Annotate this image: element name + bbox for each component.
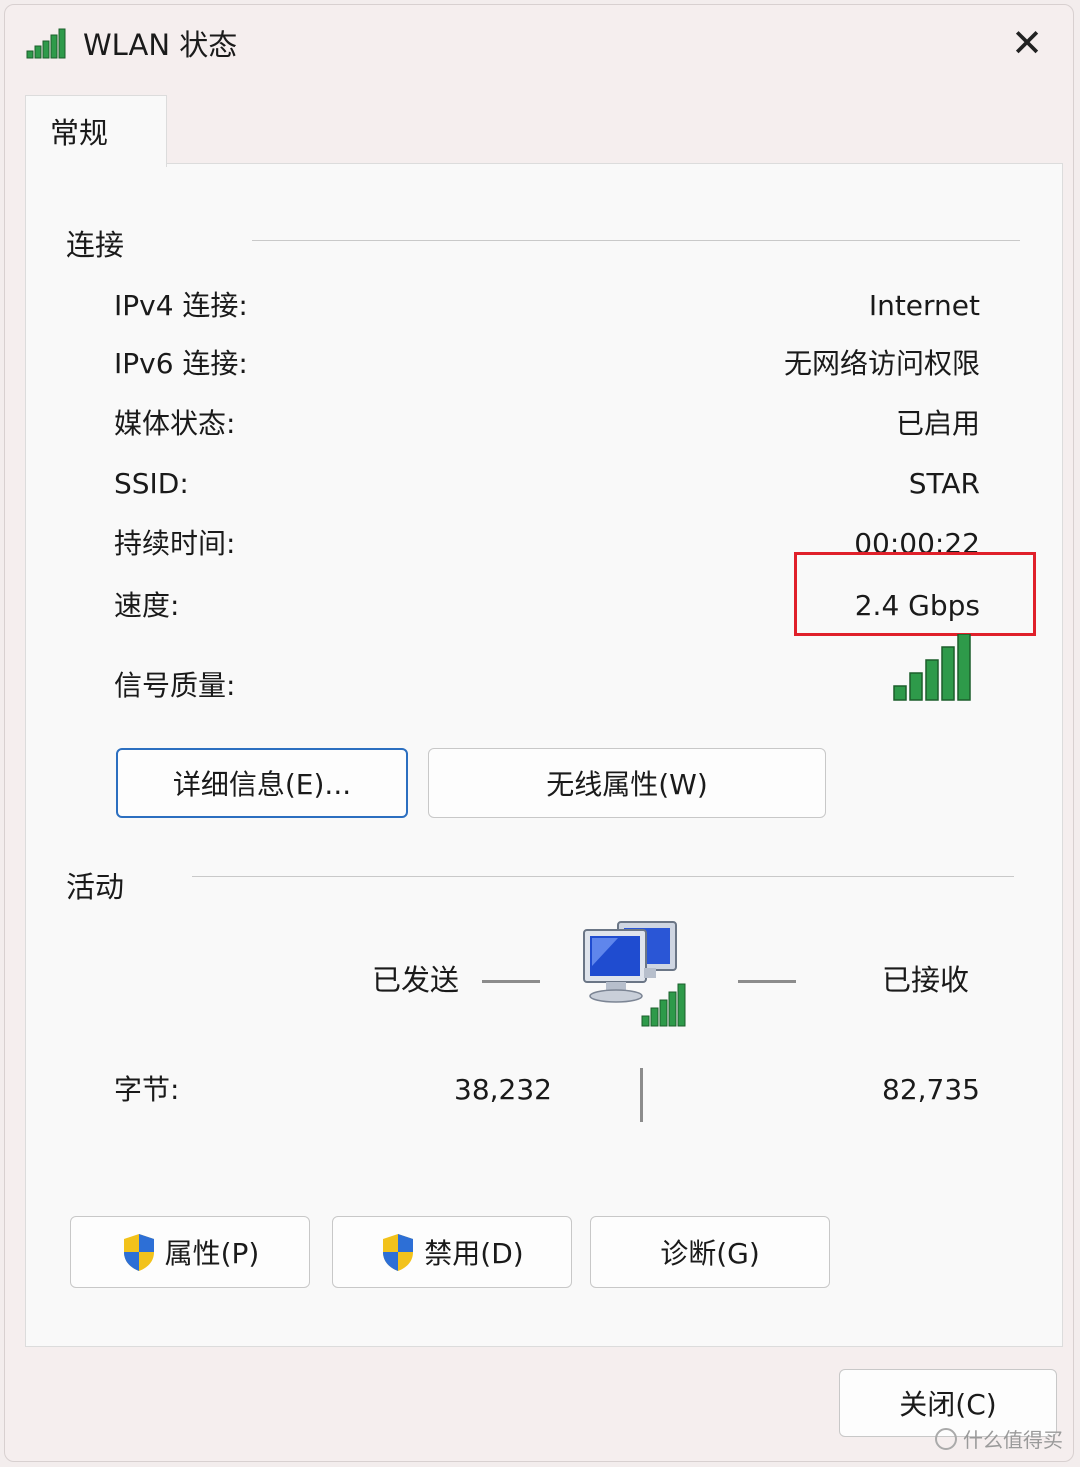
uac-shield-icon [123, 1234, 154, 1271]
ipv6-label: IPv6 连接: [114, 347, 248, 380]
bytes-sent-value: 38,232 [454, 1073, 552, 1106]
signal-quality-label: 信号质量: [114, 669, 236, 702]
signal-bar [941, 646, 955, 701]
ipv6-value: 无网络访问权限 [783, 347, 980, 380]
bytes-received-value: 82,735 [882, 1073, 980, 1106]
diagnose-button[interactable]: 诊断(G) [590, 1216, 830, 1288]
tab-general[interactable]: 常规 [25, 95, 167, 167]
received-label: 已接收 [882, 963, 970, 997]
received-dash [738, 980, 796, 983]
watermark-text: 什么值得买 [963, 1428, 1063, 1452]
media-state-value: 已启用 [895, 407, 980, 440]
disable-button[interactable]: 禁用(D) [332, 1216, 572, 1288]
properties-button[interactable]: 属性(P) [70, 1216, 310, 1288]
sent-dash [482, 980, 540, 983]
speed-highlight-box [794, 552, 1036, 636]
duration-label: 持续时间: [114, 527, 236, 560]
ssid-label: SSID: [114, 467, 189, 500]
ssid-value: STAR [908, 467, 980, 500]
close-button-label: 关闭(C) [899, 1388, 997, 1421]
details-button-label: 详细信息(E)... [172, 768, 352, 801]
watermark-logo-icon [935, 1427, 957, 1450]
tab-general-label: 常规 [50, 116, 109, 150]
activity-divider [192, 876, 1014, 877]
ipv4-value: Internet [868, 289, 980, 322]
media-state-label: 媒体状态: [114, 407, 236, 440]
wifi-signal-icon [26, 28, 66, 59]
signal-strength-icon [893, 634, 971, 701]
connection-divider [252, 240, 1020, 241]
speed-label: 速度: [114, 589, 180, 622]
general-panel: 连接 IPv4 连接: Internet IPv6 连接: 无网络访问权限 媒体… [25, 163, 1063, 1347]
properties-button-label: 属性(P) [164, 1237, 260, 1270]
ipv4-label: IPv4 连接: [114, 289, 248, 322]
wireless-properties-button[interactable]: 无线属性(W) [428, 748, 826, 818]
wlan-status-dialog: WLAN 状态 ✕ 常规 连接 IPv4 连接: Internet IPv6 连… [4, 4, 1074, 1462]
bytes-label: 字节: [114, 1073, 180, 1106]
signal-bar [893, 685, 907, 701]
network-computers-icon [583, 921, 686, 1027]
signal-bar [957, 634, 971, 701]
sent-label: 已发送 [372, 963, 460, 997]
title-bar[interactable]: WLAN 状态 ✕ [5, 5, 1073, 85]
bytes-divider [640, 1068, 643, 1122]
wireless-properties-label: 无线属性(W) [546, 768, 708, 801]
watermark: 什么值得买 [935, 1424, 1063, 1453]
signal-bar [925, 659, 939, 701]
disable-button-label: 禁用(D) [424, 1237, 524, 1270]
connection-heading: 连接 [66, 228, 125, 262]
close-icon[interactable]: ✕ [1001, 19, 1053, 67]
activity-heading: 活动 [66, 870, 125, 904]
window-title: WLAN 状态 [83, 28, 238, 62]
diagnose-button-label: 诊断(G) [660, 1237, 760, 1270]
uac-shield-icon [383, 1234, 414, 1271]
details-button[interactable]: 详细信息(E)... [116, 748, 408, 818]
signal-bar [909, 672, 923, 701]
